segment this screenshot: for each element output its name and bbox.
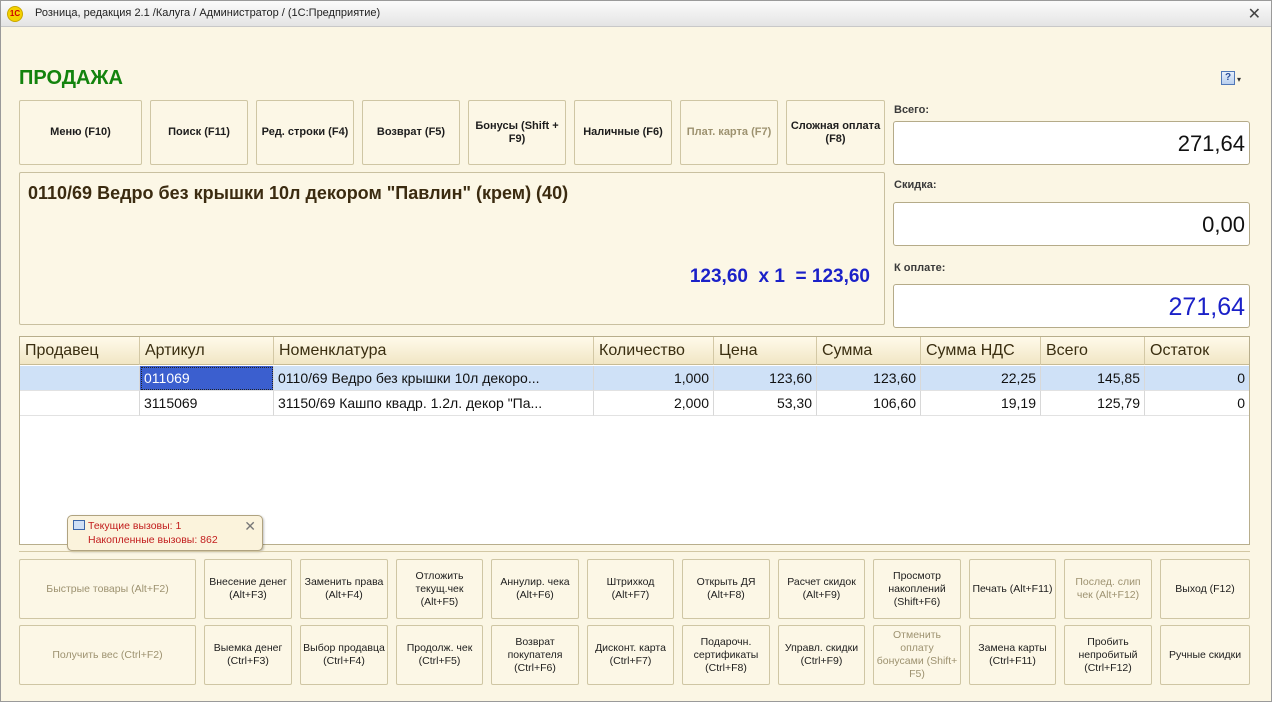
- withdraw-money-button[interactable]: Выемка денег (Ctrl+F3): [204, 625, 292, 685]
- print-button[interactable]: Печать (Alt+F11): [969, 559, 1056, 619]
- help-button[interactable]: ? ▾: [1219, 70, 1245, 88]
- cell-stock[interactable]: 0: [1145, 366, 1249, 391]
- current-calls-text: Текущие вызовы: 1: [88, 520, 182, 532]
- cell-seller[interactable]: [20, 391, 140, 416]
- manual-discounts-button[interactable]: Ручные скидки: [1160, 625, 1250, 685]
- cell-quantity[interactable]: 2,000: [594, 391, 714, 416]
- search-button[interactable]: Поиск (F11): [150, 100, 248, 165]
- column-header-product[interactable]: Номенклатура: [274, 337, 594, 365]
- chevron-down-icon: ▾: [1237, 75, 1242, 84]
- close-window-button[interactable]: ✕: [1248, 4, 1261, 24]
- manage-discounts-button[interactable]: Управл. скидки (Ctrl+F9): [778, 625, 865, 685]
- cell-stock[interactable]: 0: [1145, 391, 1249, 416]
- discount-label: Скидка:: [894, 179, 937, 191]
- column-header-total[interactable]: Всего: [1041, 337, 1145, 365]
- bonuses-button[interactable]: Бонусы (Shift + F9): [468, 100, 566, 165]
- replace-card-button[interactable]: Замена карты (Ctrl+F11): [969, 625, 1056, 685]
- main-window: 1С Розница, редакция 2.1 /Калуга / Админ…: [0, 0, 1272, 702]
- menu-button[interactable]: Меню (F10): [19, 100, 142, 165]
- select-seller-button[interactable]: Выбор продавца (Ctrl+F4): [300, 625, 388, 685]
- title-bar: 1С Розница, редакция 2.1 /Калуга / Админ…: [1, 1, 1271, 27]
- cell-quantity[interactable]: 1,000: [594, 366, 714, 391]
- cell-product[interactable]: 31150/69 Кашпо квадр. 1.2л. декор "Па...: [274, 391, 594, 416]
- calc-discounts-button[interactable]: Расчет скидок (Alt+F9): [778, 559, 865, 619]
- return-button[interactable]: Возврат (F5): [362, 100, 460, 165]
- open-cash-drawer-button[interactable]: Открыть ДЯ (Alt+F8): [682, 559, 770, 619]
- cancel-bonus-payment-button[interactable]: Отменить оплату бонусами (Shift+ F5): [873, 625, 961, 685]
- cancel-receipt-button[interactable]: Аннулир. чека (Alt+F6): [491, 559, 579, 619]
- close-notification-icon[interactable]: ✕: [244, 518, 256, 535]
- cell-article[interactable]: 3115069: [140, 391, 274, 416]
- column-header-vat[interactable]: Сумма НДС: [921, 337, 1041, 365]
- current-item-calc: 123,60 x 1 = 123,60: [689, 266, 870, 287]
- current-item-name: 0110/69 Ведро без крышки 10л декором "Па…: [28, 183, 569, 203]
- exit-button[interactable]: Выход (F12): [1160, 559, 1250, 619]
- barcode-button[interactable]: Штрихкод (Alt+F7): [587, 559, 674, 619]
- column-header-quantity[interactable]: Количество: [594, 337, 714, 365]
- monitor-icon: [73, 520, 85, 530]
- view-accumulations-button[interactable]: Просмотр накоплений (Shift+F6): [873, 559, 961, 619]
- cell-seller[interactable]: [20, 366, 140, 391]
- table-row[interactable]: 3115069 31150/69 Кашпо квадр. 1.2л. деко…: [20, 391, 1249, 416]
- page-title: ПРОДАЖА: [19, 67, 123, 89]
- divider: [19, 551, 1250, 552]
- last-slip-button[interactable]: Послед. слип чек (Alt+F12): [1064, 559, 1152, 619]
- cell-article[interactable]: 011069: [140, 366, 274, 391]
- discount-card-button[interactable]: Дисконт. карта (Ctrl+F7): [587, 625, 674, 685]
- cell-price[interactable]: 123,60: [714, 366, 817, 391]
- cell-vat[interactable]: 19,19: [921, 391, 1041, 416]
- complex-payment-button[interactable]: Сложная оплата (F8): [786, 100, 885, 165]
- cell-product[interactable]: 0110/69 Ведро без крышки 10л декоро...: [274, 366, 594, 391]
- cell-total[interactable]: 125,79: [1041, 391, 1145, 416]
- customer-return-button[interactable]: Возврат покупателя (Ctrl+F6): [491, 625, 579, 685]
- current-item-panel: 0110/69 Ведро без крышки 10л декором "Па…: [19, 172, 885, 325]
- print-unprinted-button[interactable]: Пробить непробитый (Ctrl+F12): [1064, 625, 1152, 685]
- help-icon: ?: [1221, 71, 1235, 85]
- get-weight-button[interactable]: Получить вес (Ctrl+F2): [19, 625, 196, 685]
- column-header-sum[interactable]: Сумма: [817, 337, 921, 365]
- column-header-article[interactable]: Артикул: [140, 337, 274, 365]
- accumulated-calls-text: Накопленные вызовы: 862: [88, 534, 218, 546]
- total-label: Всего:: [894, 104, 929, 116]
- cell-total[interactable]: 145,85: [1041, 366, 1145, 391]
- card-payment-button[interactable]: Плат. карта (F7): [680, 100, 778, 165]
- sales-table[interactable]: Продавец Артикул Номенклатура Количество…: [19, 336, 1250, 545]
- gift-certificates-button[interactable]: Подарочн. сертификаты (Ctrl+F8): [682, 625, 770, 685]
- discount-field: 0,00: [893, 202, 1250, 246]
- quick-goods-button[interactable]: Быстрые товары (Alt+F2): [19, 559, 196, 619]
- replace-rights-button[interactable]: Заменить права (Alt+F4): [300, 559, 388, 619]
- edit-row-button[interactable]: Ред. строки (F4): [256, 100, 354, 165]
- defer-receipt-button[interactable]: Отложить текущ.чек (Alt+F5): [396, 559, 483, 619]
- deposit-money-button[interactable]: Внесение денег (Alt+F3): [204, 559, 292, 619]
- column-header-stock[interactable]: Остаток: [1145, 337, 1249, 365]
- app-logo-icon: 1С: [7, 6, 23, 22]
- window-title: Розница, редакция 2.1 /Калуга / Админист…: [35, 7, 381, 19]
- column-header-price[interactable]: Цена: [714, 337, 817, 365]
- continue-receipt-button[interactable]: Продолж. чек (Ctrl+F5): [396, 625, 483, 685]
- table-header: Продавец Артикул Номенклатура Количество…: [20, 337, 1249, 365]
- to-pay-field: 271,64: [893, 284, 1250, 328]
- cell-vat[interactable]: 22,25: [921, 366, 1041, 391]
- cell-sum[interactable]: 123,60: [817, 366, 921, 391]
- calls-notification[interactable]: Текущие вызовы: 1 Накопленные вызовы: 86…: [67, 515, 263, 551]
- cell-price[interactable]: 53,30: [714, 391, 817, 416]
- table-row[interactable]: 011069 0110/69 Ведро без крышки 10л деко…: [20, 366, 1249, 391]
- to-pay-label: К оплате:: [894, 262, 946, 274]
- total-field: 271,64: [893, 121, 1250, 165]
- cell-sum[interactable]: 106,60: [817, 391, 921, 416]
- cash-button[interactable]: Наличные (F6): [574, 100, 672, 165]
- column-header-seller[interactable]: Продавец: [20, 337, 140, 365]
